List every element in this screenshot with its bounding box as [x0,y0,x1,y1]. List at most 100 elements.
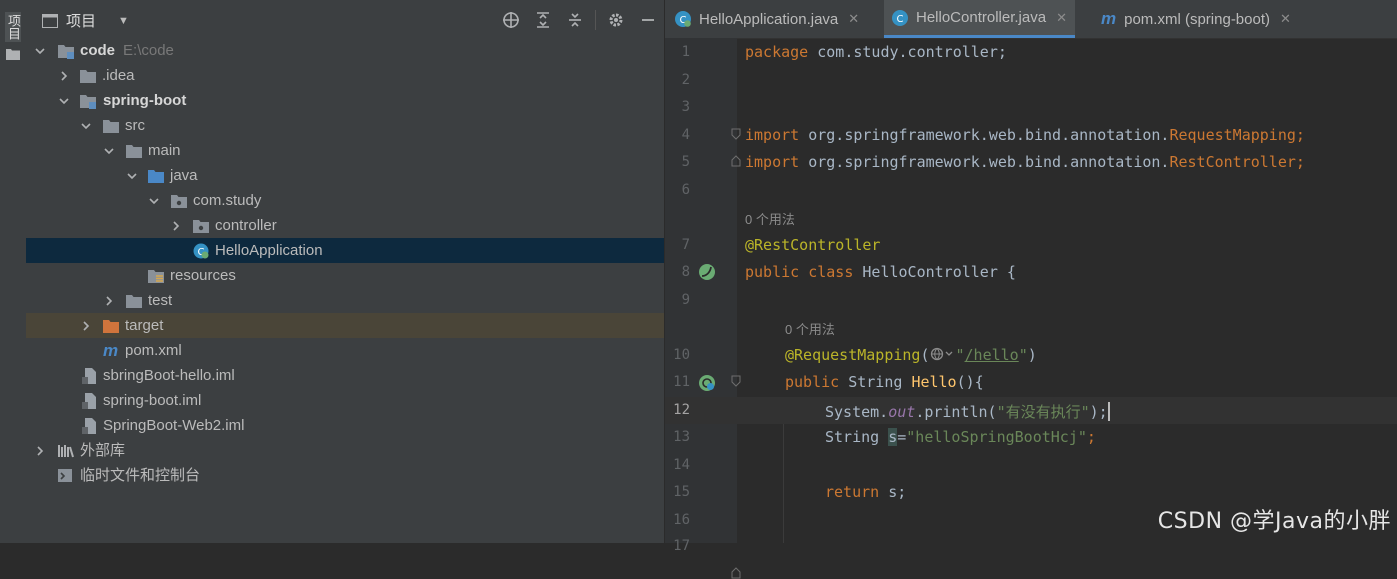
line-number: 6 [681,182,690,198]
folder-icon [103,120,119,133]
tree-item-label: spring-boot.iml [103,392,202,409]
tree-item-pom-xml[interactable]: m pom.xml [26,338,664,363]
tree-item-label: java [170,167,198,184]
tree-item-resources[interactable]: resources [26,263,664,288]
line-number: 14 [673,457,690,473]
chevron-right-icon[interactable] [78,313,94,338]
watermark: CSDN @学Java的小胖 [1157,509,1391,534]
chevron-down-icon[interactable] [32,38,48,63]
module-folder-icon [58,45,74,59]
tree-item-com-study[interactable]: com.study [26,188,664,213]
tree-item-label: HelloApplication [215,242,323,259]
chevron-down-icon[interactable] [56,88,72,113]
tree-item-test[interactable]: test [26,288,664,313]
toolbar-divider [595,10,596,30]
chevron-down-icon[interactable] [124,163,140,188]
chevron-down-icon[interactable]: ▼ [118,15,129,27]
line-number-gutter: 1 2 3 4 5 6 7 8 9 10 11 12 13 14 15 16 1… [665,38,741,579]
tree-item-controller[interactable]: controller [26,213,664,238]
project-panel-title: 项目 [66,13,97,30]
tree-item-label: main [148,142,181,159]
tree-item-main[interactable]: main [26,138,664,163]
line-number: 13 [673,429,690,445]
code-area[interactable]: package com.study.controller; import org… [737,38,1397,543]
chevron-right-icon[interactable] [56,63,72,88]
chevron-down-icon[interactable] [78,113,94,138]
tab-label: pom.xml (spring-boot) [1124,10,1271,28]
tree-item-label: 外部库 [80,442,126,459]
indent-guide [783,424,784,543]
project-panel-header: 项目 ▼ [26,0,664,38]
tree-item-label: src [125,117,145,134]
tab-pom-xml[interactable]: m pom.xml (spring-boot) ✕ [1101,0,1291,38]
usage-hint[interactable]: 0 个用法 [785,319,835,338]
gear-icon[interactable] [600,8,632,32]
tree-item-code[interactable]: code E:\code [26,38,664,63]
code-line-4: import org.springframework.web.bind.anno… [745,126,1305,144]
tree-item-hello-application[interactable]: C HelloApplication [26,238,664,263]
chevron-right-icon[interactable] [101,288,117,313]
tree-item-scratches-consoles[interactable]: 临时文件和控制台 [26,463,664,488]
editor-tab-bar: C HelloApplication.java ✕ C HelloControl… [665,0,1397,39]
spring-endpoint-gutter-icon[interactable] [697,373,717,393]
tab-label: HelloApplication.java [699,10,839,28]
line-number: 1 [681,44,690,60]
text-cursor [1107,402,1110,421]
close-icon[interactable]: ✕ [1056,10,1067,26]
line-number: 4 [681,127,690,143]
tab-hello-controller[interactable]: C HelloController.java ✕ [884,0,1075,38]
spring-bean-gutter-icon[interactable] [697,262,717,282]
tool-window-strip: 项目 [0,0,27,543]
code-line-7: @RestController [745,236,881,254]
tree-item-java[interactable]: java [26,163,664,188]
tree-item-external-libraries[interactable]: 外部库 [26,438,664,463]
collapse-all-icon[interactable] [559,8,591,32]
code-line-10: @RequestMapping("/hello") [785,346,1037,364]
chevron-right-icon[interactable] [32,438,48,463]
tree-item-target[interactable]: target [26,313,664,338]
close-icon[interactable]: ✕ [1280,11,1291,27]
chevron-down-icon[interactable] [101,138,117,163]
maven-icon: m [103,341,119,360]
tree-item-idea[interactable]: .idea [26,63,664,88]
fold-marker-icon[interactable] [731,567,741,579]
line-number: 15 [673,484,690,500]
tree-item-label: .idea [102,67,135,84]
class-icon: C [892,9,908,26]
excluded-folder-icon [103,320,119,333]
minimize-icon[interactable] [632,8,664,32]
globe-icon[interactable] [930,347,956,361]
line-number: 7 [681,237,690,253]
tree-item-springboot-web2-iml[interactable]: SpringBoot-Web2.iml [26,413,664,438]
library-icon [58,445,74,458]
project-panel: 项目 ▼ code E:\code .idea spring-boot src … [26,0,664,543]
tab-hello-application[interactable]: C HelloApplication.java ✕ [675,0,859,38]
chevron-right-icon[interactable] [168,213,184,238]
tree-item-spring-boot[interactable]: spring-boot [26,88,664,113]
usage-hint[interactable]: 0 个用法 [745,209,795,228]
close-icon[interactable]: ✕ [848,11,859,27]
tree-item-label: pom.xml [125,342,182,359]
code-editor: C HelloApplication.java ✕ C HelloControl… [665,0,1397,579]
chevron-down-icon[interactable] [146,188,162,213]
resources-folder-icon [148,270,164,283]
iml-file-icon [82,393,96,409]
crosshair-icon[interactable] [495,8,527,32]
expand-all-icon[interactable] [527,8,559,32]
code-line-15: return s; [825,483,907,501]
tree-item-spring-boot-iml[interactable]: spring-boot.iml [26,388,664,413]
line-number: 11 [673,374,690,390]
tree-item-label: spring-boot [103,92,187,109]
project-window-icon [42,13,58,28]
project-tool-button[interactable]: 项目 [5,12,21,42]
line-number: 3 [681,99,690,115]
request-path-link[interactable]: /hello [965,346,1019,364]
tree-item-label: 临时文件和控制台 [80,467,201,484]
package-icon [193,220,209,233]
folder-icon [80,70,96,83]
project-view-selector[interactable]: 项目 ▼ [42,10,129,31]
tree-item-sbringboot-hello-iml[interactable]: sbringBoot-hello.iml [26,363,664,388]
folder-icon [126,145,142,158]
iml-file-icon [82,418,96,434]
tree-item-src[interactable]: src [26,113,664,138]
